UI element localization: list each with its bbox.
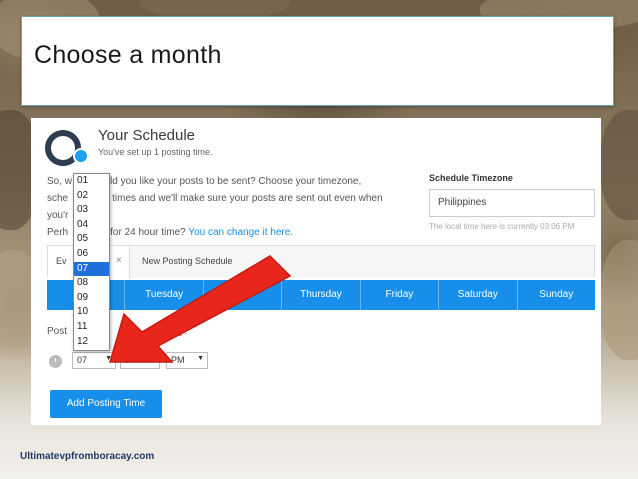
- tab-new-posting-schedule[interactable]: New Posting Schedule: [130, 246, 594, 278]
- slide-title-box: Choose a month: [21, 16, 614, 106]
- chevron-down-icon: ▼: [197, 355, 204, 362]
- close-icon[interactable]: ×: [116, 255, 122, 266]
- post-label-text: Post: [47, 326, 68, 337]
- month-option[interactable]: 06: [74, 247, 109, 262]
- day-toggle[interactable]: day: [202, 280, 281, 310]
- hour-select-value: 07: [77, 355, 88, 365]
- add-posting-time-button[interactable]: Add Posting Time: [50, 390, 162, 418]
- intro-text: you'r: [47, 210, 69, 221]
- clock-icon: [49, 355, 62, 368]
- month-option[interactable]: 01: [74, 174, 109, 189]
- month-option[interactable]: 05: [74, 232, 109, 247]
- schedule-tabs: Ev × New Posting Schedule: [47, 245, 595, 278]
- month-option[interactable]: 09: [74, 291, 109, 306]
- month-option[interactable]: 03: [74, 203, 109, 218]
- schedule-title: Your Schedule: [98, 127, 196, 144]
- minute-select[interactable]: 0 ▼: [120, 352, 160, 369]
- schedule-panel: Your Schedule You've set up 1 posting ti…: [31, 118, 601, 425]
- month-option[interactable]: 11: [74, 320, 109, 335]
- month-option[interactable]: 08: [74, 276, 109, 291]
- intro-text: ld you like your posts to be sent? Choos…: [110, 176, 362, 187]
- post-label: Post y:: [47, 326, 187, 337]
- day-toggle[interactable]: Tuesday: [124, 280, 202, 310]
- intro-text: Perh: [47, 227, 69, 238]
- day-toggle[interactable]: Thursday: [281, 280, 359, 310]
- intro-text: times and we'll make sure your posts are…: [112, 193, 383, 204]
- day-toggle[interactable]: Sunday: [516, 280, 595, 310]
- minute-select-value: 0: [125, 355, 131, 365]
- month-dropdown-list[interactable]: 01 02 03 04 05 06 07 08 09 10 11 12: [73, 173, 110, 351]
- intro-text: So, w: [47, 176, 73, 187]
- month-option[interactable]: 04: [74, 218, 109, 233]
- day-toggle[interactable]: Saturday: [438, 280, 516, 310]
- month-option[interactable]: 12: [74, 335, 109, 350]
- intro-text: for 24 hour time?: [110, 227, 186, 238]
- timezone-label: Schedule Timezone: [429, 173, 513, 183]
- month-option[interactable]: 10: [74, 305, 109, 320]
- month-option-selected[interactable]: 07: [74, 261, 109, 277]
- chevron-down-icon: ▼: [149, 355, 156, 362]
- slide-title: Choose a month: [34, 41, 222, 69]
- twitter-badge-icon: [73, 148, 89, 164]
- timezone-input[interactable]: Philippines: [429, 189, 595, 217]
- schedule-subtitle: You've set up 1 posting time.: [98, 147, 213, 157]
- chevron-down-icon: ▼: [105, 355, 112, 362]
- timezone-note: The local time here is currently 03:06 P…: [429, 222, 575, 231]
- day-toggle[interactable]: Friday: [359, 280, 438, 310]
- intro-text: sche: [47, 193, 69, 204]
- change-time-format-link[interactable]: You can change it here.: [188, 227, 293, 238]
- tab-everyday-label: Ev: [56, 256, 67, 266]
- post-label-tail: y:: [179, 326, 187, 337]
- ampm-select[interactable]: PM ▼: [166, 352, 208, 369]
- month-option[interactable]: 02: [74, 189, 109, 204]
- hour-select[interactable]: 07 ▼: [72, 352, 116, 369]
- ampm-select-value: PM: [171, 355, 185, 365]
- footer-website: Ultimatevpfromboracay.com: [20, 451, 155, 462]
- weekday-bar: Tuesday day Thursday Friday Saturday Sun…: [47, 280, 595, 310]
